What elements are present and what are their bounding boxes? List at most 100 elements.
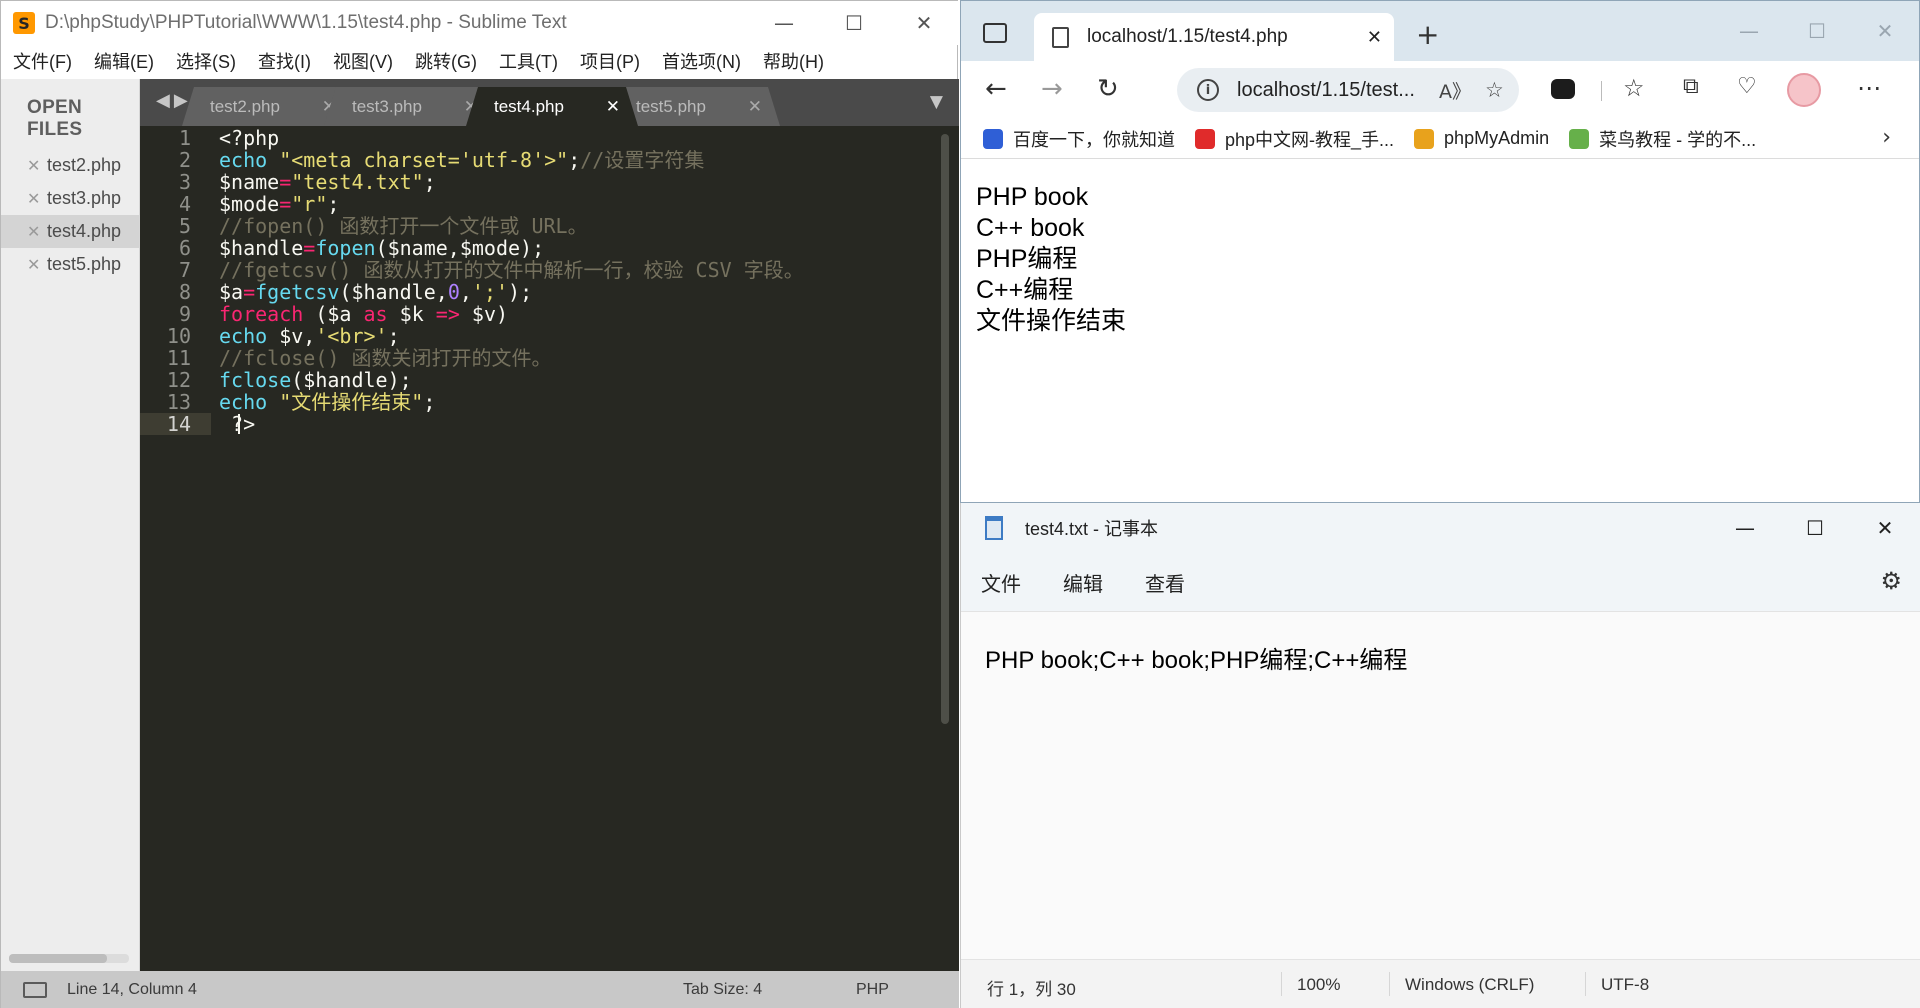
maximize-icon[interactable]: ☐ [1780, 503, 1850, 553]
code-line[interactable]: echo $v,'<br>'; [219, 325, 400, 347]
chevron-right-icon[interactable]: › [1882, 125, 1891, 150]
menu-tools[interactable]: 工具(T) [499, 48, 558, 74]
maximize-icon[interactable]: ☐ [819, 1, 889, 45]
close-file-icon[interactable]: ✕ [27, 255, 47, 274]
code-line[interactable]: //fgetcsv() 函数从打开的文件中解析一行，校验 CSV 字段。 [219, 259, 804, 281]
syntax-mode[interactable]: PHP [856, 981, 889, 999]
sidebar-file-test2[interactable]: ✕ test2.php [1, 149, 139, 182]
code-line[interactable]: //fclose() 函数关闭打开的文件。 [219, 347, 551, 369]
menu-edit[interactable]: 编辑 [1063, 568, 1103, 597]
code-line[interactable]: foreach ($a as $k => $v) [219, 303, 508, 325]
code-line[interactable]: //fopen() 函数打开一个文件或 URL。 [219, 215, 588, 237]
notepad-content[interactable]: PHP book;C++ book;PHP编程;C++编程 [985, 640, 1407, 675]
code-token: $mode [219, 192, 280, 216]
close-icon[interactable]: ✕ [1851, 1, 1919, 61]
favorite-runoob[interactable]: 菜鸟教程 - 学的不... [1569, 126, 1756, 152]
site-info-icon[interactable]: i [1197, 79, 1219, 101]
add-favorite-icon[interactable]: ☆ [1485, 78, 1504, 102]
minimize-icon[interactable]: — [1715, 1, 1783, 61]
tab-close-icon[interactable]: ✕ [1367, 27, 1382, 48]
forward-arrow-icon[interactable]: → [1041, 74, 1063, 104]
close-icon[interactable]: ✕ [889, 1, 959, 45]
menu-edit[interactable]: 编辑(E) [94, 48, 154, 74]
new-tab-icon[interactable]: + [1416, 18, 1439, 51]
code-line[interactable]: echo "文件操作结束"; [219, 391, 435, 413]
code-token: = [279, 170, 292, 194]
sidebar-file-label: test4.php [47, 221, 122, 241]
url-text[interactable]: localhost/1.15/test... [1237, 79, 1427, 102]
editor-vertical-scrollbar[interactable] [941, 134, 949, 724]
toolbar-separator [1601, 81, 1602, 101]
address-bar[interactable]: i localhost/1.15/test... A》 ☆ [1177, 68, 1519, 112]
sidebar-file-test5[interactable]: ✕ test5.php [1, 248, 139, 281]
code-line[interactable]: <?php [219, 127, 279, 149]
collections-icon[interactable]: ⧉ [1683, 74, 1699, 99]
tab-close-icon[interactable]: ✕ [748, 97, 762, 117]
more-menu-icon[interactable]: ⋯ [1857, 74, 1881, 102]
tab-size[interactable]: Tab Size: 4 [683, 981, 762, 999]
menu-view[interactable]: 查看 [1145, 568, 1185, 597]
favorites-icon[interactable]: ☆ [1623, 74, 1645, 102]
close-icon[interactable]: ✕ [1850, 503, 1920, 553]
notepad-window: test4.txt - 记事本 — ☐ ✕ 文件 编辑 查看 ⚙ PHP boo… [960, 503, 1920, 1008]
menu-file[interactable]: 文件 [981, 568, 1021, 597]
tab-dropdown-icon[interactable]: ▼ [930, 92, 943, 112]
code-token: "test4.txt" [291, 170, 424, 194]
notepad-title: test4.txt - 记事本 [1025, 519, 1159, 539]
code-line[interactable]: fclose($handle); [219, 369, 412, 391]
menu-goto[interactable]: 跳转(G) [415, 48, 477, 74]
minimize-icon[interactable]: — [749, 1, 819, 45]
sublime-statusbar: Line 14, Column 4 Tab Size: 4 PHP [1, 971, 959, 1008]
favorite-label: 菜鸟教程 - 学的不... [1599, 129, 1757, 150]
code-line[interactable]: $a=fgetcsv($handle,0,';'); [219, 281, 532, 303]
favorite-baidu[interactable]: 百度一下，你就知道 [983, 126, 1175, 152]
read-aloud-icon[interactable]: A》 [1439, 77, 1471, 104]
code-token: as [363, 302, 388, 326]
tab-test4[interactable]: test4.php ✕ [466, 87, 638, 126]
favorite-phpmyadmin[interactable]: phpMyAdmin [1414, 128, 1549, 149]
extension-icon[interactable] [1551, 79, 1575, 99]
sidebar-file-test4[interactable]: ✕ test4.php [1, 215, 139, 248]
tab-label: test2.php [210, 96, 280, 116]
tab-close-icon[interactable]: ✕ [606, 97, 620, 117]
code-token: //fopen() 函数打开一个文件或 URL。 [219, 214, 588, 238]
notepad-app-icon [985, 516, 1003, 540]
settings-gear-icon[interactable]: ⚙ [1880, 567, 1902, 595]
panel-toggle-icon[interactable] [23, 982, 47, 998]
code-token: = [279, 192, 292, 216]
menu-help[interactable]: 帮助(H) [763, 48, 824, 74]
code-line[interactable]: echo "<meta charset='utf-8'>";//设置字符集 [219, 149, 704, 171]
browser-tab-active[interactable]: localhost/1.15/test4.php ✕ [1034, 13, 1394, 61]
close-file-icon[interactable]: ✕ [27, 156, 47, 175]
code-editor[interactable]: 1 2 3 4 5 6 7 8 9 10 11 12 13 14 <?php echo "<meta cha… [140, 126, 959, 971]
tab-nav-arrows-icon[interactable]: ◀▶ [156, 90, 192, 111]
profile-avatar[interactable] [1787, 73, 1821, 107]
menu-find[interactable]: 查找(I) [258, 48, 311, 74]
browser-essentials-icon[interactable]: ♡ [1737, 74, 1757, 99]
favorite-phpcn[interactable]: php中文网-教程_手... [1195, 126, 1394, 152]
favorites-bar: 百度一下，你就知道 php中文网-教程_手... phpMyAdmin 菜鸟教程… [961, 119, 1919, 159]
notepad-text-area[interactable]: PHP book;C++ book;PHP编程;C++编程 [961, 611, 1920, 963]
code-token: ; [387, 324, 400, 348]
code-line[interactable]: $name="test4.txt"; [219, 171, 436, 193]
code-line[interactable]: $mode="r"; [219, 193, 339, 215]
back-arrow-icon[interactable]: ← [985, 74, 1007, 104]
menu-file[interactable]: 文件(F) [13, 48, 72, 74]
line-number: 14 [140, 413, 211, 435]
tab-actions-icon[interactable] [983, 23, 1007, 43]
sublime-titlebar: S D:\phpStudy\PHPTutorial\WWW\1.15\test4… [1, 1, 959, 45]
close-file-icon[interactable]: ✕ [27, 222, 47, 241]
code-line[interactable]: $handle=fopen($name,$mode); [219, 237, 544, 259]
sidebar-horizontal-scrollbar[interactable] [9, 954, 107, 963]
menu-view[interactable]: 视图(V) [333, 48, 393, 74]
menu-project[interactable]: 项目(P) [580, 48, 640, 74]
maximize-icon[interactable]: ☐ [1783, 1, 1851, 61]
code-token: , [459, 280, 472, 304]
menu-selection[interactable]: 选择(S) [176, 48, 236, 74]
sidebar-file-test3[interactable]: ✕ test3.php [1, 182, 139, 215]
refresh-icon[interactable]: ↻ [1097, 74, 1119, 104]
menu-preferences[interactable]: 首选项(N) [662, 48, 741, 74]
minimize-icon[interactable]: — [1710, 503, 1780, 553]
close-file-icon[interactable]: ✕ [27, 189, 47, 208]
tab-label: test4.php [494, 96, 564, 116]
